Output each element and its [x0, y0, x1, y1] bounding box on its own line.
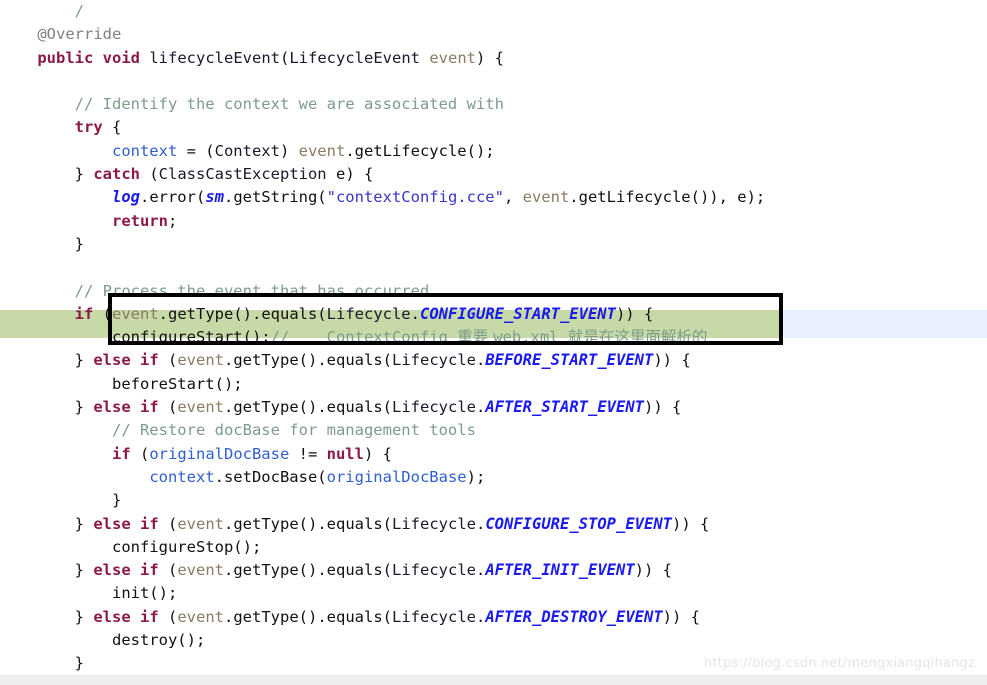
code-line: try {	[74, 118, 122, 137]
param-event: event	[177, 607, 225, 626]
method-name: lifecycleEvent	[149, 48, 280, 67]
code-line: }	[0, 234, 84, 253]
kw-if: if	[74, 304, 94, 323]
static-log: log	[111, 188, 140, 207]
line-1-text: /	[0, 2, 84, 20]
param-event: event	[177, 351, 225, 370]
code-line: } else if (event.getType().equals(Lifecy…	[0, 351, 691, 370]
bottom-bar	[0, 675, 987, 685]
type-classcastexception: ClassCastException	[158, 165, 327, 184]
const-configure-stop-event: CONFIGURE_STOP_EVENT	[485, 514, 672, 533]
comment-highlighted-note-webxml: web.xml	[493, 328, 568, 347]
comment-highlighted-note-cn: 重要	[457, 328, 494, 347]
static-sm: sm	[205, 188, 224, 207]
kw-return: return	[111, 211, 168, 230]
kw-else: else	[93, 351, 131, 370]
code-line: } else if (event.getType().equals(Lifecy…	[0, 561, 672, 580]
code-line: // Process the event that has occurred	[0, 280, 987, 303]
kw-if: if	[140, 607, 159, 626]
param-event: event	[177, 398, 225, 417]
kw-else: else	[93, 607, 131, 626]
field-originaldocbase: originalDocBase	[149, 444, 290, 463]
code-line: destroy();	[0, 631, 206, 650]
type-lifecycle: Lifecycle	[392, 561, 476, 580]
code-line: return;	[111, 211, 178, 230]
kw-public: public	[37, 48, 94, 67]
code-screenshot: / @Override public void lifecycleEvent(L…	[0, 0, 987, 685]
code-line: } else if (event.getType().equals(Lifecy…	[0, 607, 700, 626]
kw-if: if	[140, 398, 159, 417]
code-line: // Identify the context we are associate…	[0, 93, 987, 116]
const-before-start-event: BEFORE_START_EVENT	[485, 351, 654, 370]
code-line: context.setDocBase(originalDocBase);	[149, 467, 486, 486]
type-context: Context	[214, 141, 280, 160]
code-line: beforeStart();	[0, 374, 243, 393]
kw-else: else	[93, 514, 131, 533]
param-event: event	[429, 48, 477, 67]
watermark-text: https://blog.csdn.net/mengxiangqihangz	[704, 656, 975, 671]
param-event: event	[112, 304, 159, 323]
code-line: @Override	[0, 23, 987, 46]
type-lifecycle: Lifecycle	[392, 351, 476, 370]
const-after-start-event: AFTER_START_EVENT	[485, 398, 644, 417]
comment-highlighted-note-cn2: 就是在这里面解析的	[567, 328, 708, 347]
code-line: log.error(sm.getString("contextConfig.cc…	[111, 188, 766, 207]
code-line: if (event.getType().equals(Lifecycle.CON…	[74, 304, 654, 323]
comment-restore-docbase: // Restore docBase for management tools	[111, 421, 476, 440]
type-lifecycle: Lifecycle	[326, 304, 411, 323]
override-annotation: @Override	[0, 25, 122, 44]
kw-if: if	[140, 351, 159, 370]
kw-try: try	[74, 118, 103, 137]
code-line: configureStop();	[0, 537, 262, 556]
code-line: public void lifecycleEvent(LifecycleEven…	[37, 48, 505, 67]
field-context: context	[149, 467, 215, 486]
code-line: init();	[0, 584, 178, 603]
const-configure-start-event: CONFIGURE_START_EVENT	[420, 304, 616, 323]
code-line: /	[0, 0, 987, 23]
code-line-highlighted: configureStart();// ContextConfig 重要 web…	[0, 328, 708, 347]
const-after-init-event: AFTER_INIT_EVENT	[485, 561, 635, 580]
code-line: } else if (event.getType().equals(Lifecy…	[0, 514, 710, 533]
param-event: event	[522, 188, 570, 207]
kw-if: if	[140, 561, 159, 580]
kw-catch: catch	[93, 165, 140, 184]
comment-process-event: // Process the event that has occurred	[74, 281, 430, 300]
kw-if: if	[140, 514, 159, 533]
code-line: context = (Context) event.getLifecycle()…	[111, 141, 495, 160]
type-lifecycleevent: LifecycleEvent	[289, 48, 420, 67]
string-literal-contextconfig-cce: "contextConfig.cce"	[326, 188, 504, 207]
param-event: event	[298, 141, 346, 160]
code-editor-surface[interactable]: / @Override public void lifecycleEvent(L…	[0, 0, 987, 676]
field-context: context	[111, 141, 178, 160]
code-line: // Restore docBase for management tools	[0, 419, 987, 442]
param-event: event	[177, 561, 225, 580]
param-event: event	[177, 514, 225, 533]
type-lifecycle: Lifecycle	[392, 514, 476, 533]
kw-else: else	[93, 561, 131, 580]
field-originaldocbase: originalDocBase	[326, 467, 467, 486]
comment-highlighted-note: // ContextConfig	[270, 328, 458, 347]
const-after-destroy-event: AFTER_DESTROY_EVENT	[485, 607, 663, 626]
type-lifecycle: Lifecycle	[392, 607, 476, 626]
code-line: } catch (ClassCastException e) {	[0, 165, 374, 184]
kw-void: void	[102, 48, 140, 67]
type-lifecycle: Lifecycle	[392, 398, 476, 417]
kw-if: if	[111, 444, 131, 463]
code-line: if (originalDocBase != null) {	[111, 444, 392, 463]
kw-null: null	[326, 444, 364, 463]
comment-identify-context: // Identify the context we are associate…	[74, 95, 504, 114]
code-line: }	[0, 491, 122, 510]
code-line: } else if (event.getType().equals(Lifecy…	[0, 398, 682, 417]
kw-else: else	[93, 398, 131, 417]
